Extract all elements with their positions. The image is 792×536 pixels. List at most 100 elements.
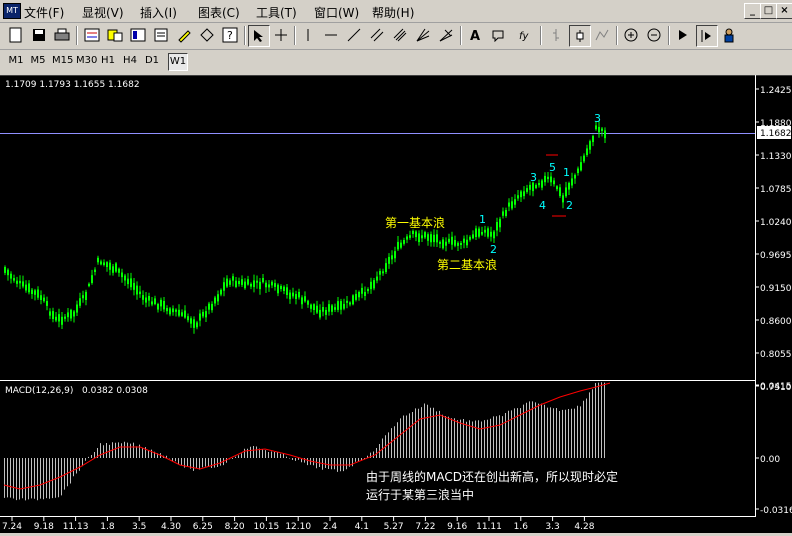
candle-body — [301, 297, 303, 305]
candle-body — [391, 255, 393, 260]
candle-body — [61, 316, 63, 325]
candle-body — [586, 148, 588, 155]
candle-body — [577, 168, 579, 173]
metaeditor-icon[interactable] — [174, 25, 194, 45]
wave-label-1b: 1 — [563, 166, 570, 179]
candle-body — [307, 300, 309, 305]
market-watch-icon[interactable] — [82, 25, 102, 45]
wave-label-3a: 3 — [530, 171, 537, 184]
tf-m1[interactable]: M1 — [8, 53, 24, 69]
zoom-out-icon[interactable] — [644, 25, 664, 45]
minimize-button[interactable]: _ — [744, 3, 761, 19]
save-icon[interactable] — [29, 25, 49, 45]
candlestick-icon[interactable] — [569, 25, 591, 47]
candle-body — [367, 289, 369, 292]
candle-body — [256, 280, 258, 283]
candle-body — [193, 319, 195, 328]
bar-chart-icon[interactable] — [546, 25, 566, 45]
candle-body — [409, 235, 411, 238]
close-button[interactable]: × — [776, 3, 792, 19]
fibonacci-fan-icon[interactable] — [436, 25, 456, 45]
arrows-icon[interactable]: fy — [516, 25, 536, 45]
cursor-icon[interactable] — [248, 25, 270, 47]
tf-d1[interactable]: D1 — [144, 53, 160, 69]
chart-window[interactable]: 1.2425 1.1880 1.1330 1.0785 1.0240 0.9695 0.91… — [0, 74, 792, 533]
zoom-in-icon[interactable] — [621, 25, 641, 45]
candle-body — [421, 235, 423, 239]
menu-window[interactable]: 窗口(W) — [314, 4, 359, 21]
print-icon[interactable] — [52, 25, 72, 45]
candle-body — [199, 313, 201, 321]
fibonacci-channel-icon[interactable] — [390, 25, 410, 45]
candle-body — [244, 281, 246, 289]
auto-scroll-icon[interactable] — [673, 25, 693, 45]
line-chart-icon[interactable] — [592, 25, 612, 45]
menu-tools[interactable]: 工具(T) — [256, 4, 297, 21]
help-icon[interactable]: ? — [220, 25, 240, 45]
channel-icon[interactable] — [367, 25, 387, 45]
candle-body — [28, 283, 30, 293]
candle-body — [271, 281, 273, 286]
trendline-icon[interactable] — [344, 25, 364, 45]
candle-body — [427, 234, 429, 241]
horizontal-line-icon[interactable] — [321, 25, 341, 45]
candle-body — [166, 308, 168, 312]
candle-body — [490, 231, 492, 237]
options-icon[interactable] — [197, 25, 217, 45]
candle-body — [118, 268, 120, 273]
tf-h1[interactable]: H1 — [100, 53, 116, 69]
candle-body — [349, 302, 351, 305]
candle-body — [514, 199, 516, 205]
candle-body — [151, 301, 153, 305]
candle-body — [292, 292, 294, 297]
strategy-tester-icon[interactable] — [151, 25, 171, 45]
candle-body — [361, 287, 363, 294]
candle-body — [370, 281, 372, 290]
vertical-line-icon[interactable] — [298, 25, 318, 45]
candle-body — [46, 301, 48, 306]
chart-shift-icon[interactable] — [696, 25, 718, 47]
app-icon[interactable]: MT — [3, 3, 21, 19]
menu-view[interactable]: 显视(V) — [82, 4, 124, 21]
gann-fan-icon[interactable] — [413, 25, 433, 45]
candle-body — [322, 307, 324, 312]
text-icon[interactable]: A — [465, 25, 485, 45]
candle-body — [556, 186, 558, 190]
candle-body — [328, 304, 330, 312]
crosshair-icon[interactable] — [271, 25, 291, 45]
date-tick-label: 5.27 — [384, 522, 404, 532]
tf-h4[interactable]: H4 — [122, 53, 138, 69]
candle-body — [529, 184, 531, 190]
candle-body — [73, 311, 75, 317]
text-label-icon[interactable] — [488, 25, 508, 45]
new-chart-icon[interactable] — [6, 25, 26, 45]
candle-body — [502, 211, 504, 216]
candle-body — [373, 280, 375, 289]
candle-body — [562, 195, 564, 203]
menu-help[interactable]: 帮助(H) — [372, 4, 414, 21]
menu-file[interactable]: 文件(F) — [24, 4, 64, 21]
candle-body — [298, 291, 300, 298]
candle-body — [382, 271, 384, 274]
candle-body — [589, 141, 591, 150]
candle-body — [379, 271, 381, 275]
terminal-icon[interactable] — [128, 25, 148, 45]
chart-canvas[interactable]: 1.24251.18801.13301.07851.02400.96950.91… — [0, 74, 792, 533]
navigator-icon[interactable] — [105, 25, 125, 45]
tf-w1[interactable]: W1 — [168, 53, 188, 71]
candle-body — [304, 296, 306, 302]
candle-body — [229, 280, 231, 285]
wave-label-2a: 2 — [490, 243, 497, 256]
restore-button[interactable]: □ — [760, 3, 777, 19]
candle-body — [340, 301, 342, 310]
candle-body — [520, 191, 522, 198]
tf-m15[interactable]: M15 — [52, 53, 73, 69]
candle-body — [334, 307, 336, 310]
candle-body — [469, 236, 471, 240]
menu-charts[interactable]: 图表(C) — [198, 4, 240, 21]
menu-insert[interactable]: 插入(I) — [140, 4, 177, 21]
tf-m30[interactable]: M30 — [76, 53, 97, 69]
tf-m5[interactable]: M5 — [30, 53, 46, 69]
expert-advisors-icon[interactable] — [719, 25, 739, 45]
candle-body — [136, 285, 138, 295]
